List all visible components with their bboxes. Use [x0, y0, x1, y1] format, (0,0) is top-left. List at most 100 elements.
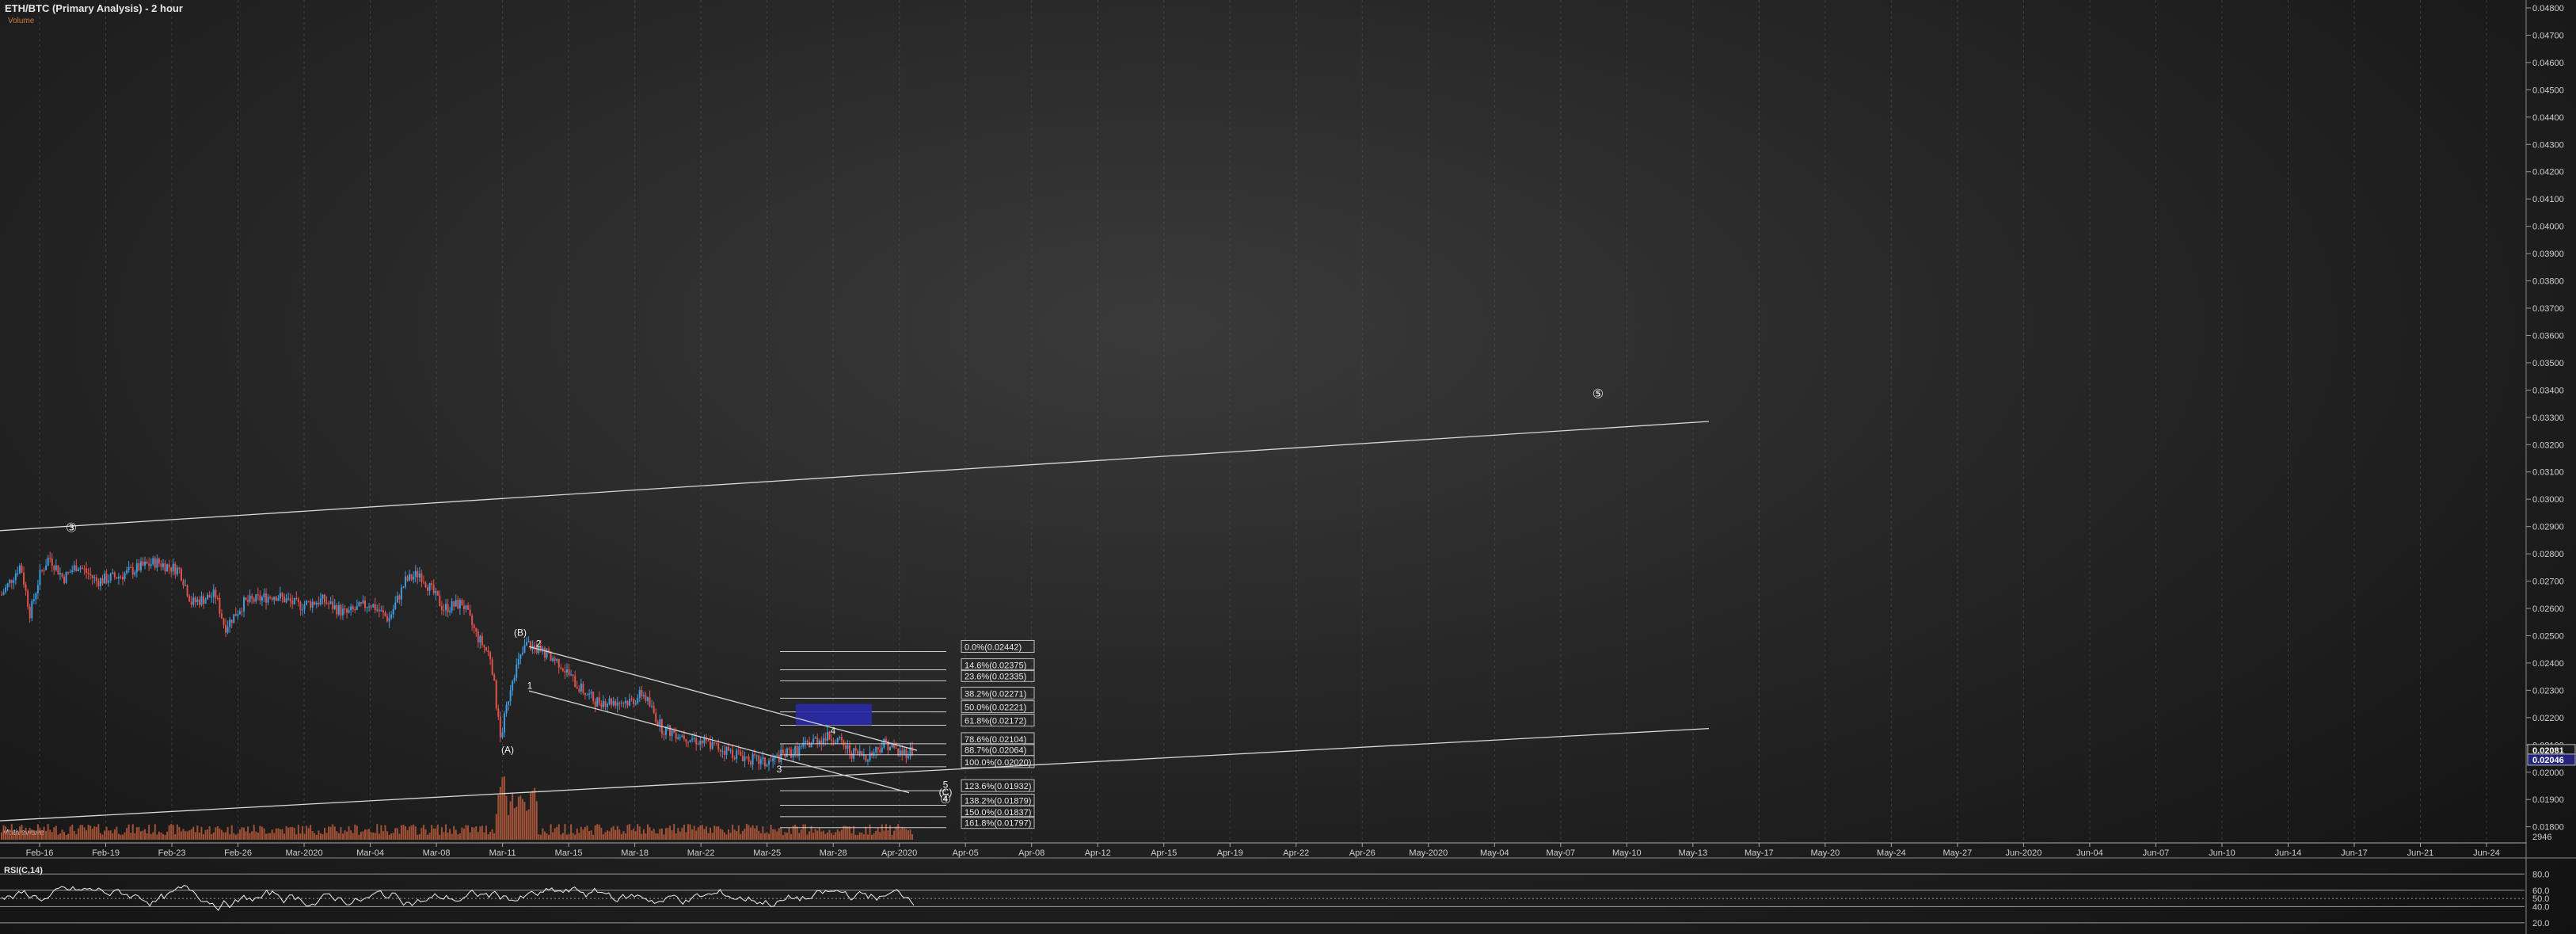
volume-bar: [707, 833, 710, 840]
candle-body: [166, 564, 169, 572]
candle-body: [462, 605, 465, 610]
candle-body: [554, 658, 556, 661]
candle-body: [14, 573, 17, 581]
volume-bar: [513, 808, 516, 840]
volume-bar: [509, 801, 512, 840]
volume-bar: [461, 827, 463, 840]
volume-bar: [901, 826, 904, 840]
volume-bar: [487, 834, 489, 840]
volume-bar: [462, 829, 465, 840]
volume-bar: [291, 827, 294, 840]
volume-bar: [1, 832, 2, 840]
candle-body: [144, 561, 146, 566]
candle-body: [396, 595, 398, 603]
volume-bar: [659, 829, 661, 840]
candle-body: [655, 712, 657, 722]
volume-bar: [729, 833, 732, 840]
candle-body: [277, 598, 280, 601]
volume-bar: [607, 830, 608, 840]
candle-body: [899, 750, 901, 755]
volume-bar: [340, 827, 342, 840]
volume-bar: [465, 825, 467, 840]
x-tick-label: Jun-2020: [2005, 848, 2041, 858]
volume-bar: [530, 792, 532, 840]
x-tick-label: May-20: [1811, 848, 1840, 858]
volume-bar: [101, 834, 104, 840]
candle-body: [820, 741, 823, 744]
candle-body: [432, 585, 435, 594]
volume-bar: [255, 831, 257, 840]
candle-body: [641, 689, 643, 697]
fib-label: 161.8%(0.01797): [965, 819, 1031, 829]
volume-bar: [758, 830, 760, 840]
volume-bar: [499, 787, 501, 840]
candle-body: [69, 572, 71, 574]
candle-body: [443, 609, 445, 611]
volume-bar: [493, 833, 496, 840]
volume-bar: [271, 829, 273, 840]
candle-body: [865, 755, 867, 762]
volume-bar: [543, 831, 546, 840]
volume-bar: [467, 825, 470, 840]
volume-bar: [435, 828, 437, 840]
candle-body: [877, 747, 879, 750]
volume-bar: [39, 828, 41, 840]
volume-bar: [770, 825, 772, 840]
candle-body: [832, 741, 835, 743]
volume-bar: [447, 832, 449, 840]
volume-bar: [491, 829, 493, 840]
volume-bar: [105, 826, 108, 840]
volume-bar: [647, 824, 649, 840]
y-tick-label: 0.02800: [2532, 550, 2564, 559]
candle-body: [293, 597, 295, 604]
volume-bar: [622, 831, 625, 840]
volume-bar: [521, 799, 523, 840]
candle-body: [354, 609, 356, 611]
candle-body: [190, 601, 192, 605]
candle-body: [580, 683, 582, 692]
candle-body: [508, 701, 510, 705]
candle-body: [170, 567, 173, 572]
candle-body: [333, 604, 336, 609]
volume-bar: [186, 831, 188, 840]
volume-bar: [225, 832, 227, 840]
volume-bar: [358, 834, 360, 840]
volume-bar: [277, 828, 280, 840]
volume-bar: [63, 831, 66, 840]
candle-body: [557, 658, 560, 668]
volume-bar: [211, 833, 213, 840]
candle-body: [701, 740, 703, 744]
x-tick-label: Mar-08: [423, 848, 451, 858]
volume-bar: [588, 830, 591, 840]
candle-body: [546, 649, 548, 658]
candle-body: [352, 606, 354, 610]
volume-bar: [247, 826, 249, 840]
candle-body: [786, 748, 788, 757]
candle-body: [200, 596, 203, 605]
candle-body: [626, 700, 629, 706]
volume-bar: [275, 828, 277, 840]
volume-bar: [669, 825, 672, 840]
candle-body: [653, 706, 655, 713]
volume-bar: [675, 833, 677, 840]
chart-svg[interactable]: 0.0%(0.02442) 14.6%(0.02375)23.6%(0.02335…: [0, 0, 2576, 934]
candle-body: [219, 597, 221, 614]
volume-bar: [556, 826, 558, 840]
candle-body: [517, 658, 519, 665]
volume-bar: [366, 829, 368, 840]
candle-body: [699, 740, 702, 745]
candle-body: [526, 642, 527, 646]
volume-bar: [77, 828, 79, 840]
volume-bar: [820, 831, 823, 840]
candle-body: [86, 568, 88, 574]
volume-bar: [822, 830, 824, 840]
candle-body: [568, 669, 570, 676]
volume-bar: [131, 824, 134, 840]
volume-bar: [440, 827, 443, 840]
grid: [39, 0, 2487, 841]
candle-body: [881, 747, 883, 753]
volume-bar: [237, 833, 239, 840]
candle-body: [273, 597, 276, 600]
candle-body: [116, 577, 118, 579]
candle-body: [809, 741, 810, 748]
